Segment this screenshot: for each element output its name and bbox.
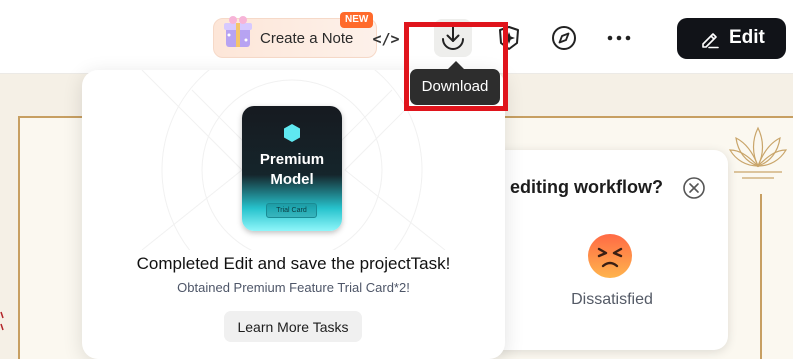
lotus-ornament [728, 126, 788, 179]
task-reward-popup: Premium Model Trial Card Completed Edit … [82, 70, 505, 359]
premium-card-title: Premium Model [259, 151, 325, 188]
edit-button[interactable]: Edit [677, 18, 786, 59]
gift-icon [224, 16, 252, 47]
close-icon[interactable] [682, 176, 706, 200]
create-note-button[interactable]: Create a Note NEW [213, 12, 377, 58]
highlight-box [404, 22, 508, 111]
reward-subtext: Obtained Premium Feature Trial Card*2! [177, 280, 410, 295]
learn-more-tasks-button[interactable]: Learn More Tasks [224, 311, 362, 342]
trial-card-chip: Trial Card [266, 203, 317, 218]
pencil-icon [702, 33, 719, 49]
more-button[interactable] [600, 19, 638, 57]
code-icon[interactable]: </> [372, 27, 400, 51]
top-toolbar: Create a Note NEW </> Edit [0, 0, 793, 74]
compass-icon [552, 26, 576, 50]
dissatisfied-option-label[interactable]: Dissatisfied [566, 291, 658, 309]
reward-headline: Completed Edit and save the projectTask! [136, 254, 451, 273]
create-note-label: Create a Note [260, 30, 354, 47]
hexagon-icon [284, 124, 300, 142]
new-badge: NEW [340, 12, 374, 28]
feedback-survey-card: editing workflow? Dissatisfied [466, 150, 728, 350]
explore-button[interactable] [545, 19, 583, 57]
angry-face-icon[interactable] [586, 232, 634, 280]
edit-label: Edit [729, 27, 765, 48]
red-decoration [0, 311, 4, 331]
page-border-line [760, 194, 762, 359]
more-icon [607, 35, 631, 41]
premium-model-trial-card: Premium Model Trial Card [242, 106, 342, 231]
survey-question: editing workflow? [510, 177, 663, 197]
